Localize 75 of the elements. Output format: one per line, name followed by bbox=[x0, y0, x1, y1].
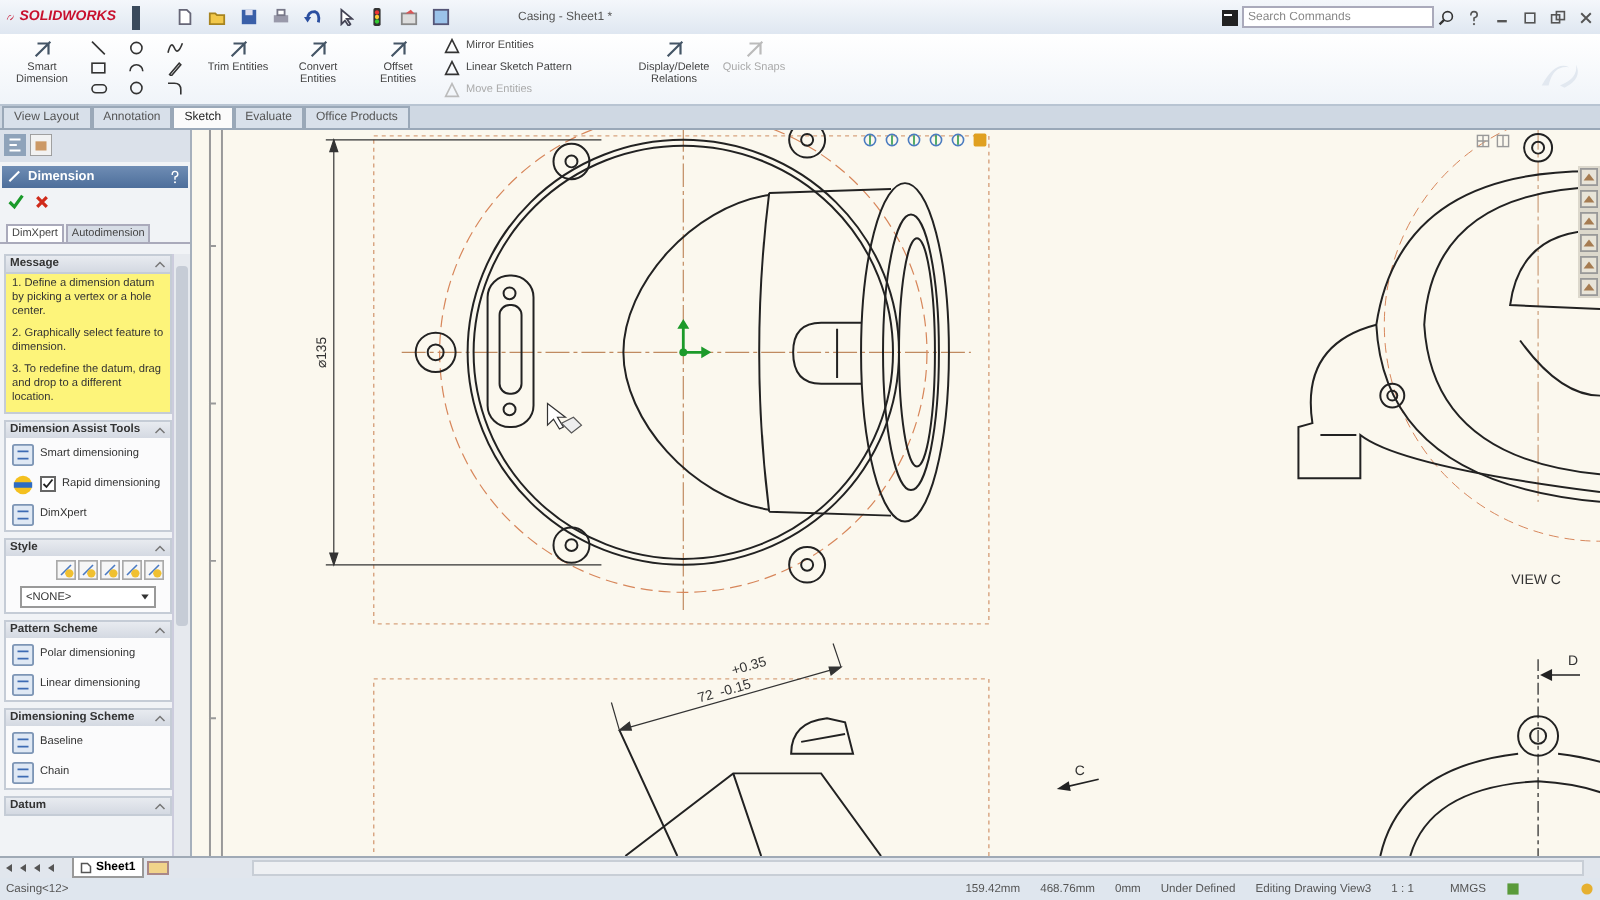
tool-icon[interactable] bbox=[12, 503, 34, 525]
fillet-icon[interactable] bbox=[164, 80, 188, 96]
folder-icon[interactable] bbox=[208, 8, 226, 26]
collapse-icon[interactable] bbox=[154, 624, 166, 636]
section-arrow bbox=[1056, 778, 1100, 792]
pointer-icon[interactable] bbox=[336, 8, 354, 26]
traffic-light-icon[interactable] bbox=[368, 8, 386, 26]
save-icon[interactable] bbox=[240, 8, 258, 26]
command-icon bbox=[1222, 9, 1238, 25]
spline-icon[interactable] bbox=[164, 40, 188, 56]
arrow-icon bbox=[387, 38, 409, 60]
feature-tree-icon[interactable] bbox=[4, 134, 26, 156]
scrollbar[interactable] bbox=[172, 254, 190, 856]
tool-icon[interactable] bbox=[12, 731, 34, 753]
printer-icon[interactable] bbox=[272, 8, 290, 26]
restore-icon[interactable] bbox=[1522, 9, 1538, 25]
document-icon bbox=[80, 861, 92, 873]
checkmark-icon[interactable] bbox=[8, 194, 24, 210]
tile-icon[interactable] bbox=[1496, 134, 1510, 148]
scrollbar[interactable] bbox=[251, 860, 1584, 876]
help-icon[interactable] bbox=[1466, 9, 1482, 25]
detail-arrow bbox=[1540, 669, 1581, 681]
arrow-icon bbox=[307, 38, 329, 60]
tool-icon bbox=[12, 473, 34, 495]
style-icon[interactable] bbox=[100, 560, 120, 580]
style-icon[interactable] bbox=[144, 560, 164, 580]
task-pane-icon[interactable] bbox=[1580, 190, 1598, 208]
arrow-icon bbox=[227, 38, 249, 60]
tool-icon[interactable] bbox=[12, 761, 34, 783]
collapse-icon[interactable] bbox=[154, 542, 166, 554]
options-icon[interactable] bbox=[400, 8, 418, 26]
style-icon[interactable] bbox=[56, 560, 76, 580]
task-pane-icon[interactable] bbox=[1580, 234, 1598, 252]
arrow-icon bbox=[663, 38, 685, 60]
close-icon[interactable] bbox=[1578, 9, 1594, 25]
collapse-icon[interactable] bbox=[154, 800, 166, 812]
tool-icon[interactable] bbox=[12, 443, 34, 465]
style-icon[interactable] bbox=[122, 560, 142, 580]
collapse-icon[interactable] bbox=[154, 258, 166, 270]
caret-icon bbox=[140, 592, 150, 602]
task-pane-icon[interactable] bbox=[1580, 256, 1598, 274]
task-pane-icon[interactable] bbox=[1580, 212, 1598, 230]
window-layout-icon[interactable] bbox=[432, 8, 450, 26]
view-toolbar-icon[interactable] bbox=[928, 132, 944, 148]
rebuild-icon[interactable] bbox=[1506, 882, 1520, 896]
slot-icon[interactable] bbox=[88, 80, 112, 96]
search-icon[interactable] bbox=[1438, 9, 1454, 25]
help-icon[interactable] bbox=[168, 170, 182, 184]
cursor-icon bbox=[546, 402, 583, 434]
tool-icon[interactable] bbox=[12, 673, 34, 695]
task-pane-icon[interactable] bbox=[1580, 278, 1598, 296]
rectangle-icon[interactable] bbox=[88, 60, 112, 76]
collapse-icon[interactable] bbox=[154, 424, 166, 436]
view-toolbar-icon[interactable] bbox=[950, 132, 966, 148]
tool-icon[interactable] bbox=[12, 643, 34, 665]
tile-icon[interactable] bbox=[1476, 134, 1490, 148]
view-toolbar-icon[interactable] bbox=[884, 132, 900, 148]
view-toolbar-icon[interactable] bbox=[862, 132, 878, 148]
checkbox[interactable] bbox=[40, 476, 56, 492]
collapse-icon[interactable] bbox=[154, 712, 166, 724]
tile-icon[interactable] bbox=[1550, 9, 1566, 25]
arrow-icon bbox=[743, 38, 765, 60]
style-icon[interactable] bbox=[78, 560, 98, 580]
grip-icon[interactable] bbox=[132, 5, 140, 29]
dimension-icon bbox=[8, 170, 22, 184]
view-toolbar-icon[interactable] bbox=[906, 132, 922, 148]
property-manager-icon[interactable] bbox=[30, 134, 52, 156]
task-pane-icon[interactable] bbox=[1580, 168, 1598, 186]
close-icon[interactable] bbox=[34, 194, 50, 210]
pencil-icon[interactable] bbox=[164, 60, 188, 76]
add-sheet-icon[interactable] bbox=[145, 860, 170, 876]
arrow-icon bbox=[31, 38, 53, 60]
origin-icon bbox=[677, 318, 712, 359]
new-document-icon[interactable] bbox=[176, 8, 194, 26]
undo-icon[interactable] bbox=[304, 8, 322, 26]
